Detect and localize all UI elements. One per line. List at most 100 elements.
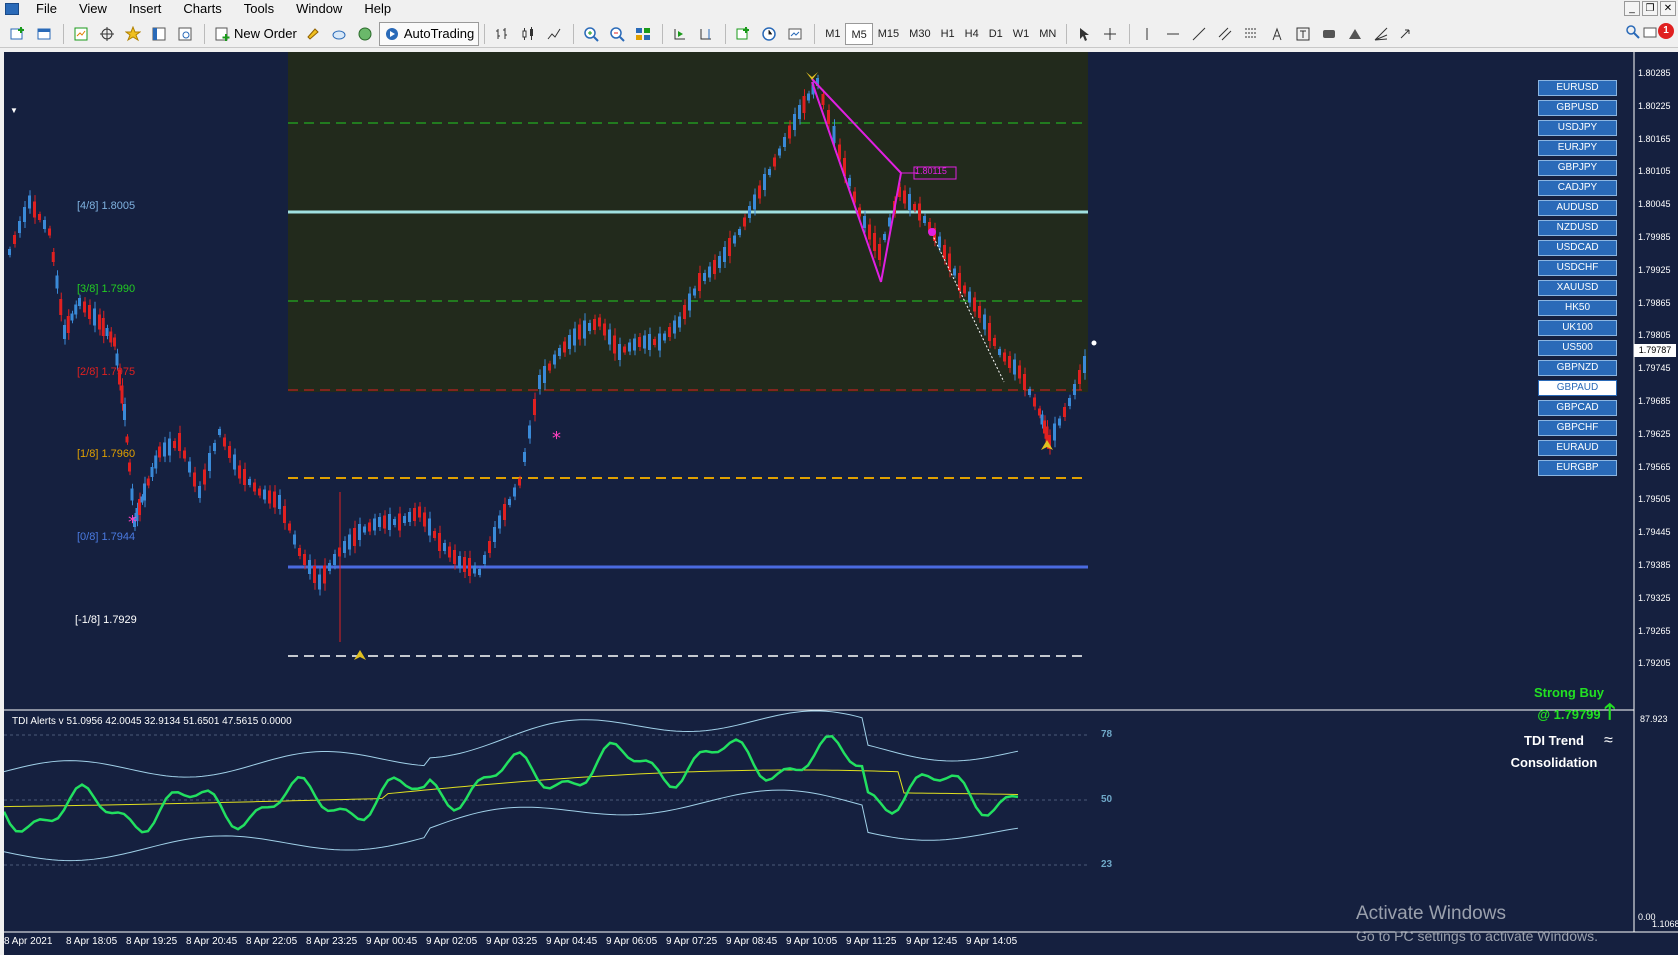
autotrading-button[interactable]: AutoTrading (378, 21, 480, 46)
menu-tools[interactable]: Tools (233, 0, 285, 18)
menu-file[interactable]: File (25, 0, 68, 18)
chart-window[interactable]: * * ▼ [4/8] 1.8005 [3/8] 1.7990 [2/8] 1.… (4, 52, 1678, 955)
new-order-button[interactable]: New Order (210, 22, 301, 46)
timeframe-w1[interactable]: W1 (1008, 23, 1035, 45)
vertical-line-icon[interactable] (1135, 22, 1159, 46)
symbol-button-euraud[interactable]: EURAUD (1538, 440, 1617, 456)
candle-body (438, 533, 441, 551)
candlestick-icon[interactable] (516, 22, 540, 46)
line-chart-icon[interactable] (542, 22, 566, 46)
symbol-button-usdcad[interactable]: USDCAD (1538, 240, 1617, 256)
signal-panel: Strong Buy @ 1.79799 (1494, 682, 1644, 726)
data-window-icon[interactable] (95, 22, 119, 46)
periods-icon[interactable] (757, 22, 781, 46)
symbol-button-nzdusd[interactable]: NZDUSD (1538, 220, 1617, 236)
candle-body (228, 446, 231, 458)
horizontal-line-icon[interactable] (1161, 22, 1185, 46)
symbol-button-hk50[interactable]: HK50 (1538, 300, 1617, 316)
timeframe-h4[interactable]: H4 (960, 23, 984, 45)
minimize-button[interactable]: _ (1624, 1, 1640, 16)
candle-body (198, 486, 201, 498)
bar-chart-icon[interactable] (490, 22, 514, 46)
candle-body (93, 308, 96, 326)
symbol-button-gbpchf[interactable]: GBPCHF (1538, 420, 1617, 436)
price-tick-label: 1.80225 (1638, 100, 1671, 111)
zoom-out-icon[interactable] (605, 22, 629, 46)
candle-body (163, 442, 166, 457)
candle-body (683, 305, 686, 319)
symbol-button-gbpcad[interactable]: GBPCAD (1538, 400, 1617, 416)
rectangle-icon[interactable] (1317, 22, 1341, 46)
symbol-button-cadjpy[interactable]: CADJPY (1538, 180, 1617, 196)
time-tick-label: 8 Apr 22:05 (246, 936, 298, 947)
timeframe-d1[interactable]: D1 (984, 23, 1008, 45)
triangle-icon[interactable] (1343, 22, 1367, 46)
menu-window[interactable]: Window (285, 0, 353, 18)
strategy-tester-icon[interactable] (173, 22, 197, 46)
symbol-button-gbpusd[interactable]: GBPUSD (1538, 100, 1617, 116)
trendline-icon[interactable] (1187, 22, 1211, 46)
text-label-icon[interactable] (1291, 22, 1315, 46)
cursor-icon[interactable] (1072, 22, 1096, 46)
candle-body (968, 291, 971, 303)
market-icon[interactable] (353, 22, 377, 46)
chat-icon[interactable] (1643, 26, 1659, 45)
restore-button[interactable]: ❐ (1642, 1, 1658, 16)
templates-icon[interactable] (783, 22, 807, 46)
symbol-button-us500[interactable]: US500 (1538, 340, 1617, 356)
terminal-icon[interactable] (147, 22, 171, 46)
equidistant-channel-icon[interactable] (1213, 22, 1237, 46)
new-order-icon (215, 27, 230, 41)
new-chart-icon[interactable] (6, 22, 30, 46)
symbol-button-gbpjpy[interactable]: GBPJPY (1538, 160, 1617, 176)
indicators-icon[interactable] (731, 22, 755, 46)
chart-menu-arrow-icon[interactable]: ▼ (10, 106, 18, 115)
price-chart[interactable]: * * (4, 52, 1678, 955)
close-button[interactable]: ✕ (1660, 1, 1676, 16)
zoom-in-icon[interactable] (579, 22, 603, 46)
search-icon[interactable] (1625, 24, 1641, 43)
profiles-icon[interactable] (32, 22, 56, 46)
symbol-button-xauusd[interactable]: XAUUSD (1538, 280, 1617, 296)
text-icon[interactable] (1265, 22, 1289, 46)
new-order-label: New Order (234, 26, 297, 41)
symbol-button-gbpnzd[interactable]: GBPNZD (1538, 360, 1617, 376)
candle-body (678, 316, 681, 328)
autoscroll-icon[interactable] (668, 22, 692, 46)
timeframe-m5[interactable]: M5 (845, 22, 873, 45)
crosshair-icon[interactable] (1098, 22, 1122, 46)
timeframe-mn[interactable]: MN (1034, 23, 1061, 45)
timeframe-m1[interactable]: M1 (820, 23, 845, 45)
candle-body (188, 461, 191, 473)
tile-windows-icon[interactable] (631, 22, 655, 46)
symbol-button-gbpaud[interactable]: GBPAUD (1538, 380, 1617, 396)
time-tick-label: 9 Apr 11:25 (846, 936, 897, 947)
metaeditor-icon[interactable] (301, 22, 325, 46)
fibonacci-fan-icon[interactable] (1369, 22, 1393, 46)
menu-view[interactable]: View (68, 0, 118, 18)
menu-help[interactable]: Help (353, 0, 402, 18)
symbol-button-eurusd[interactable]: EURUSD (1538, 80, 1617, 96)
price-tick-label: 1.79985 (1638, 232, 1671, 242)
candle-body (778, 148, 781, 156)
chart-shift-icon[interactable] (694, 22, 718, 46)
pattern-price-label: 1.80115 (915, 166, 947, 176)
symbol-button-eurjpy[interactable]: EURJPY (1538, 140, 1617, 156)
symbol-button-usdchf[interactable]: USDCHF (1538, 260, 1617, 276)
arrows-icon[interactable] (1395, 22, 1419, 46)
signals-icon[interactable] (327, 22, 351, 46)
timeframe-m30[interactable]: M30 (904, 23, 935, 45)
candle-body (638, 337, 641, 347)
menu-insert[interactable]: Insert (118, 0, 173, 18)
notification-badge[interactable]: 1 (1658, 23, 1674, 39)
fibonacci-icon[interactable] (1239, 22, 1263, 46)
symbol-button-audusd[interactable]: AUDUSD (1538, 200, 1617, 216)
market-watch-icon[interactable] (69, 22, 93, 46)
timeframe-h1[interactable]: H1 (936, 23, 960, 45)
menu-charts[interactable]: Charts (172, 0, 232, 18)
timeframe-m15[interactable]: M15 (873, 23, 904, 45)
symbol-button-usdjpy[interactable]: USDJPY (1538, 120, 1617, 136)
symbol-button-uk100[interactable]: UK100 (1538, 320, 1617, 336)
symbol-button-eurgbp[interactable]: EURGBP (1538, 460, 1617, 476)
navigator-icon[interactable] (121, 22, 145, 46)
